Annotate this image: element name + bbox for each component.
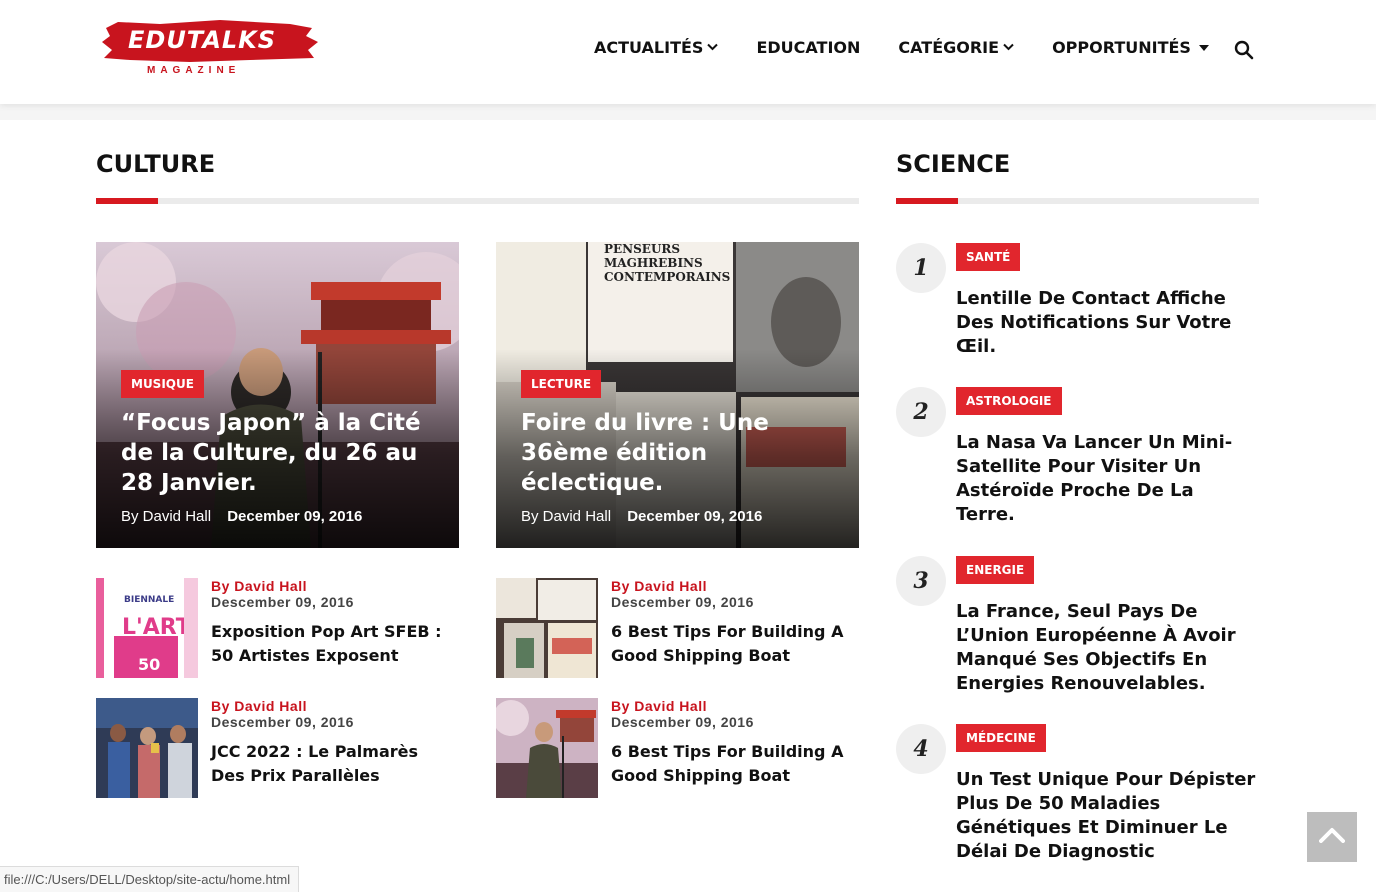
chevron-down-icon <box>1003 41 1014 54</box>
article-thumbnail[interactable] <box>496 578 598 678</box>
category-badge[interactable]: ASTROLOGIE <box>956 387 1062 415</box>
rank-number: 3 <box>896 556 946 606</box>
chevron-down-icon <box>707 41 719 54</box>
article-title[interactable]: 6 Best Tips For Building A Good Shipping… <box>611 620 856 668</box>
article-title[interactable]: Exposition Pop Art SFEB : 50 Artistes Ex… <box>211 620 456 668</box>
article-author[interactable]: By David Hall <box>211 578 307 594</box>
article-date: Descember 09, 2016 <box>611 594 754 610</box>
article-title[interactable]: La Nasa Va Lancer Un Mini-Satellite Pour… <box>956 431 1256 527</box>
nav-label: CATÉGORIE <box>898 38 1000 57</box>
featured-article-title[interactable]: “Focus Japon” à la Cité de la Culture, d… <box>121 408 441 498</box>
site-header: EDUTALKS MAGAZINE ACTUALITÉS EDUCATION C… <box>0 0 1376 104</box>
site-logo[interactable]: EDUTALKS MAGAZINE <box>100 18 320 78</box>
svg-text:50: 50 <box>138 655 160 674</box>
category-badge[interactable]: MUSIQUE <box>121 370 204 398</box>
featured-article-card[interactable]: MUSIQUE “Focus Japon” à la Cité de la Cu… <box>96 242 459 548</box>
main-nav: ACTUALITÉS EDUCATION CATÉGORIE OPPORTUNI… <box>594 38 1247 57</box>
rank-number: 1 <box>896 243 946 293</box>
category-badge[interactable]: ENERGIE <box>956 556 1035 584</box>
section-title-science: SCIENCE <box>896 150 1011 178</box>
nav-label: EDUCATION <box>756 38 861 57</box>
svg-text:L'ART: L'ART <box>122 615 191 640</box>
category-badge[interactable]: SANTÉ <box>956 243 1021 271</box>
article-title[interactable]: JCC 2022 : Le Palmarès Des Prix Parallèl… <box>211 740 456 788</box>
logo-subtitle: MAGAZINE <box>147 65 241 76</box>
section-underline <box>896 198 1259 204</box>
article-date: Descember 09, 2016 <box>611 714 754 730</box>
article-author[interactable]: By David Hall <box>611 578 707 594</box>
article-title[interactable]: 6 Best Tips For Building A Good Shipping… <box>611 740 856 788</box>
list-item[interactable]: By David Hall Descember 09, 2016 6 Best … <box>496 578 859 678</box>
section-underline-accent <box>96 198 158 204</box>
nav-item-education[interactable]: EDUCATION <box>756 38 860 57</box>
header-divider-strip <box>0 104 1376 120</box>
nav-label: OPPORTUNITÉS <box>1052 38 1191 57</box>
rank-number: 4 <box>896 724 946 774</box>
article-author[interactable]: By David Hall <box>521 508 611 525</box>
featured-article-title[interactable]: Foire du livre : Une 36ème édition éclec… <box>521 408 841 498</box>
featured-article-card[interactable]: PENSEURSMAGHREBINSCONTEMPORAINS LECTURE … <box>496 242 859 548</box>
list-item[interactable]: By David Hall Descember 09, 2016 6 Best … <box>496 698 859 798</box>
article-author[interactable]: By David Hall <box>121 508 211 525</box>
article-date: December 09, 2016 <box>227 508 363 525</box>
nav-item-opportunites[interactable]: OPPORTUNITÉS <box>1052 38 1209 57</box>
article-date: Descember 09, 2016 <box>211 594 354 610</box>
article-thumbnail[interactable]: BIENNALE L'ART 50 <box>96 578 198 678</box>
category-badge[interactable]: LECTURE <box>521 370 602 398</box>
article-title[interactable]: Un Test Unique Pour Dépister Plus De 50 … <box>956 768 1256 864</box>
article-meta: By David Hall December 09, 2016 <box>521 508 762 525</box>
nav-label: ACTUALITÉS <box>594 38 704 57</box>
article-meta: By David Hall December 09, 2016 <box>121 508 362 525</box>
article-thumbnail[interactable] <box>96 698 198 798</box>
article-date: December 09, 2016 <box>627 508 763 525</box>
article-title[interactable]: La France, Seul Pays De L’Union Européen… <box>956 600 1256 696</box>
nav-item-actualites[interactable]: ACTUALITÉS <box>594 38 719 57</box>
list-item[interactable]: By David Hall Descember 09, 2016 JCC 202… <box>96 698 459 798</box>
search-icon[interactable] <box>1234 40 1254 60</box>
back-to-top-button[interactable] <box>1307 812 1357 862</box>
article-thumbnail[interactable] <box>496 698 598 798</box>
logo-text: EDUTALKS <box>128 26 277 54</box>
category-badge[interactable]: MÉDECINE <box>956 724 1046 752</box>
section-underline-accent <box>896 198 958 204</box>
status-bar-url: file:///C:/Users/DELL/Desktop/site-actu/… <box>0 866 300 892</box>
article-author[interactable]: By David Hall <box>611 698 707 714</box>
article-title[interactable]: Lentille De Contact Affiche Des Notifica… <box>956 287 1256 359</box>
list-item[interactable]: BIENNALE L'ART 50 By David Hall Descembe… <box>96 578 459 678</box>
section-underline <box>96 198 859 204</box>
article-author[interactable]: By David Hall <box>211 698 307 714</box>
article-date: Descember 09, 2016 <box>211 714 354 730</box>
section-title-culture: CULTURE <box>96 150 216 178</box>
svg-text:BIENNALE: BIENNALE <box>124 595 174 605</box>
nav-item-categorie[interactable]: CATÉGORIE <box>898 38 1014 57</box>
rank-number: 2 <box>896 387 946 437</box>
chevron-up-icon <box>1319 827 1345 848</box>
caret-down-icon <box>1198 44 1209 51</box>
